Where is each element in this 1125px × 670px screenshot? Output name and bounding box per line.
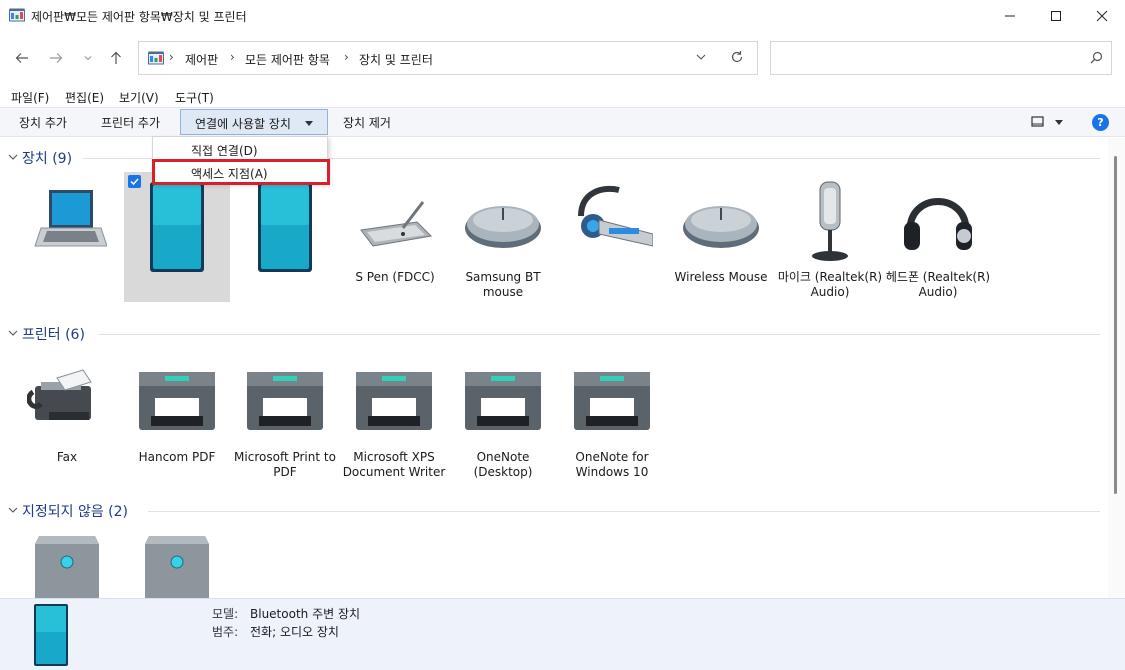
connect-using-button[interactable]: 연결에 사용할 장치 (180, 109, 328, 135)
phone-icon (258, 182, 312, 272)
back-button[interactable] (12, 48, 32, 68)
printer-icon (247, 372, 323, 430)
search-input[interactable] (779, 42, 1079, 72)
device-box-icon (145, 536, 209, 598)
device-box-icon (35, 536, 99, 598)
chevron-right-icon[interactable]: › (230, 50, 235, 64)
up-button[interactable] (106, 48, 126, 68)
checkmark-icon (130, 178, 139, 186)
device-label: S Pen (FDCC) (355, 270, 435, 284)
group-header-unspecified[interactable]: 지정되지 않음 (2) (8, 501, 1100, 521)
group-divider (98, 334, 1100, 335)
add-printer-button[interactable]: 프린터 추가 (101, 114, 160, 131)
device-label: Samsung BT mouse (465, 270, 541, 299)
minimize-icon (1005, 15, 1015, 17)
headphones-icon (904, 198, 972, 250)
selection-checkbox[interactable] (128, 175, 141, 188)
chevron-down-icon[interactable] (695, 51, 707, 63)
breadcrumb-devices-printers[interactable]: 장치 및 프린터 (359, 51, 433, 68)
menu-file[interactable]: 파일(F) (11, 89, 49, 106)
menu-tools[interactable]: 도구(T) (175, 89, 214, 106)
vertical-scrollbar[interactable] (1108, 138, 1125, 598)
phone-icon (34, 604, 68, 666)
group-header-printers[interactable]: 프린터 (6) (8, 324, 1100, 344)
details-pane: 모델: Bluetooth 주변 장치 범주: 전화; 오디오 장치 (0, 598, 1125, 670)
device-label: Wireless Mouse (674, 270, 768, 284)
forward-button[interactable] (46, 48, 66, 68)
device-item-selected[interactable] (124, 172, 230, 302)
help-button[interactable]: ? (1092, 114, 1109, 131)
mouse-icon (465, 206, 541, 248)
add-device-button[interactable]: 장치 추가 (19, 114, 67, 131)
arrow-right-icon (50, 53, 63, 63)
printer-label: Fax (56, 450, 78, 464)
close-button[interactable] (1079, 0, 1125, 32)
connect-using-menu: 직접 연결(D) 액세스 지점(A) (152, 136, 330, 185)
category-label: 범주: (212, 625, 239, 639)
headset-icon (578, 185, 653, 247)
model-label: 모델: (212, 607, 239, 621)
group-title: 프린터 (6) (22, 327, 85, 343)
mouse-icon (683, 206, 759, 248)
refresh-icon[interactable] (730, 50, 744, 64)
close-icon (1096, 10, 1108, 22)
window-title: 제어판₩모든 제어판 항목₩장치 및 프린터 (31, 10, 247, 24)
device-label: 헤드폰 (Realtek(R) Audio) (885, 270, 991, 299)
breadcrumb-all-items[interactable]: 모든 제어판 항목 (245, 51, 330, 68)
chevron-right-icon[interactable]: › (344, 50, 349, 64)
navigation-bar: › 제어판 › 모든 제어판 항목 › 장치 및 프린터 (0, 38, 1125, 78)
maximize-button[interactable] (1033, 0, 1079, 32)
menu-item-direct-connect[interactable]: 직접 연결(D) (191, 142, 258, 159)
title-bar: 제어판₩모든 제어판 항목₩장치 및 프린터 (0, 0, 1125, 32)
printer-label: OneNote (Desktop) (473, 450, 533, 479)
fax-icon (27, 369, 92, 420)
phone-icon (150, 182, 204, 272)
arrow-up-icon (111, 51, 121, 64)
group-divider (148, 511, 1100, 512)
chevron-down-icon (8, 154, 18, 160)
address-bar[interactable]: › 제어판 › 모든 제어판 항목 › 장치 및 프린터 (138, 41, 758, 75)
view-icon[interactable] (1031, 116, 1045, 128)
arrow-left-icon (15, 53, 28, 63)
dropdown-arrow-icon (305, 121, 313, 126)
maximize-icon (1051, 11, 1061, 21)
command-bar: 장치 추가 프린터 추가 연결에 사용할 장치 장치 제거 ? (0, 107, 1125, 137)
search-box[interactable] (770, 41, 1112, 75)
recent-locations-button[interactable] (78, 48, 98, 68)
device-list: 장치 (9) S Pen (FDCC) Samsung BT mouse Wir… (0, 138, 1108, 598)
remove-device-button[interactable]: 장치 제거 (343, 114, 391, 131)
chevron-down-icon (8, 507, 18, 513)
microphone-icon (812, 181, 848, 261)
printer-icon (139, 372, 215, 430)
menu-edit[interactable]: 편집(E) (65, 89, 104, 106)
category-value: 전화; 오디오 장치 (250, 625, 339, 639)
printer-label: Microsoft XPS Document Writer (342, 450, 446, 479)
scrollbar-thumb[interactable] (1114, 156, 1117, 494)
control-panel-icon (148, 51, 164, 65)
breadcrumb-control-panel[interactable]: 제어판 (185, 51, 218, 68)
menu-bar: 파일(F) 편집(E) 보기(V) 도구(T) (0, 86, 1125, 106)
chevron-right-icon: › (169, 50, 174, 64)
connect-using-label: 연결에 사용할 장치 (195, 117, 291, 131)
menu-view[interactable]: 보기(V) (119, 89, 159, 106)
printer-icon (356, 372, 432, 430)
group-title: 지정되지 않음 (2) (22, 504, 129, 520)
search-icon (1090, 51, 1103, 64)
model-value: Bluetooth 주변 장치 (250, 607, 361, 621)
highlight-box (152, 159, 330, 185)
group-title: 장치 (9) (22, 151, 73, 167)
device-label: 마이크 (Realtek(R) Audio) (777, 270, 883, 299)
view-dropdown-icon[interactable] (1055, 120, 1063, 125)
printer-label: Microsoft Print to PDF (234, 450, 336, 479)
minimize-button[interactable] (987, 0, 1033, 32)
printer-icon (574, 372, 650, 430)
control-panel-icon (9, 8, 25, 22)
chevron-down-icon (8, 330, 18, 336)
pen-tablet-icon (360, 201, 433, 247)
printer-label: OneNote for Windows 10 (575, 450, 649, 479)
printer-icon (465, 372, 541, 430)
chevron-down-icon (84, 56, 92, 61)
laptop-icon (34, 190, 107, 247)
printer-label: Hancom PDF (138, 450, 216, 464)
